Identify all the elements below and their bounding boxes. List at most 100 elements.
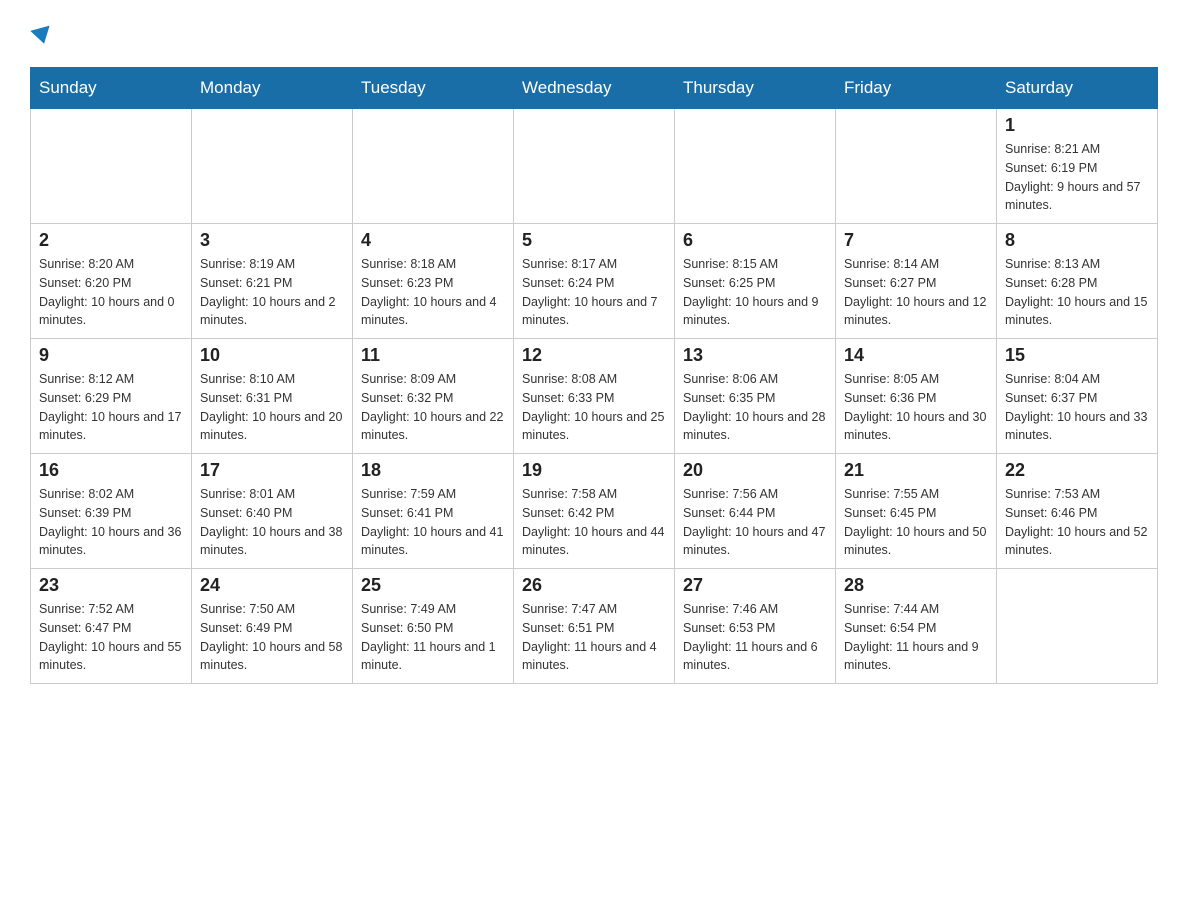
day-number: 11 (361, 345, 505, 366)
day-info: Sunrise: 8:05 AMSunset: 6:36 PMDaylight:… (844, 370, 988, 445)
day-number: 28 (844, 575, 988, 596)
day-info: Sunrise: 7:52 AMSunset: 6:47 PMDaylight:… (39, 600, 183, 675)
logo-triangle-icon (30, 25, 53, 46)
calendar-cell: 14 Sunrise: 8:05 AMSunset: 6:36 PMDayligh… (836, 339, 997, 454)
week-row-4: 16 Sunrise: 8:02 AMSunset: 6:39 PMDayligh… (31, 454, 1158, 569)
calendar-cell: 11 Sunrise: 8:09 AMSunset: 6:32 PMDayligh… (353, 339, 514, 454)
day-info: Sunrise: 8:01 AMSunset: 6:40 PMDaylight:… (200, 485, 344, 560)
day-number: 1 (1005, 115, 1149, 136)
day-info: Sunrise: 7:50 AMSunset: 6:49 PMDaylight:… (200, 600, 344, 675)
day-info: Sunrise: 8:21 AMSunset: 6:19 PMDaylight:… (1005, 140, 1149, 215)
calendar-cell: 23 Sunrise: 7:52 AMSunset: 6:47 PMDayligh… (31, 569, 192, 684)
calendar-cell: 3Sunrise: 8:19 AMSunset: 6:21 PMDaylight… (192, 224, 353, 339)
calendar-cell: 7 Sunrise: 8:14 AMSunset: 6:27 PMDaylight… (836, 224, 997, 339)
day-info: Sunrise: 8:02 AMSunset: 6:39 PMDaylight:… (39, 485, 183, 560)
day-number: 13 (683, 345, 827, 366)
calendar-cell: 25 Sunrise: 7:49 AMSunset: 6:50 PMDayligh… (353, 569, 514, 684)
day-number: 24 (200, 575, 344, 596)
logo (30, 20, 54, 51)
day-number: 12 (522, 345, 666, 366)
calendar-cell: 20 Sunrise: 7:56 AMSunset: 6:44 PMDayligh… (675, 454, 836, 569)
day-number: 2 (39, 230, 183, 251)
day-info: Sunrise: 7:56 AMSunset: 6:44 PMDaylight:… (683, 485, 827, 560)
day-info: Sunrise: 8:09 AMSunset: 6:32 PMDaylight:… (361, 370, 505, 445)
day-info: Sunrise: 7:53 AMSunset: 6:46 PMDaylight:… (1005, 485, 1149, 560)
day-info: Sunrise: 8:15 AMSunset: 6:25 PMDaylight:… (683, 255, 827, 330)
calendar-cell (836, 109, 997, 224)
col-header-tuesday: Tuesday (353, 68, 514, 109)
day-number: 15 (1005, 345, 1149, 366)
day-info: Sunrise: 8:04 AMSunset: 6:37 PMDaylight:… (1005, 370, 1149, 445)
calendar-cell: 28 Sunrise: 7:44 AMSunset: 6:54 PMDayligh… (836, 569, 997, 684)
day-number: 21 (844, 460, 988, 481)
day-number: 7 (844, 230, 988, 251)
calendar-cell: 18Sunrise: 7:59 AMSunset: 6:41 PMDayligh… (353, 454, 514, 569)
day-info: Sunrise: 7:58 AMSunset: 6:42 PMDaylight:… (522, 485, 666, 560)
day-info: Sunrise: 7:46 AMSunset: 6:53 PMDaylight:… (683, 600, 827, 675)
day-number: 23 (39, 575, 183, 596)
calendar-cell: 27 Sunrise: 7:46 AMSunset: 6:53 PMDayligh… (675, 569, 836, 684)
week-row-2: 2 Sunrise: 8:20 AMSunset: 6:20 PMDaylight… (31, 224, 1158, 339)
logo-text (30, 20, 54, 51)
calendar-cell: 5 Sunrise: 8:17 AMSunset: 6:24 PMDaylight… (514, 224, 675, 339)
day-number: 19 (522, 460, 666, 481)
week-row-3: 9 Sunrise: 8:12 AMSunset: 6:29 PMDaylight… (31, 339, 1158, 454)
day-number: 25 (361, 575, 505, 596)
week-row-5: 23 Sunrise: 7:52 AMSunset: 6:47 PMDayligh… (31, 569, 1158, 684)
day-info: Sunrise: 8:06 AMSunset: 6:35 PMDaylight:… (683, 370, 827, 445)
day-number: 18 (361, 460, 505, 481)
day-info: Sunrise: 8:14 AMSunset: 6:27 PMDaylight:… (844, 255, 988, 330)
day-info: Sunrise: 7:55 AMSunset: 6:45 PMDaylight:… (844, 485, 988, 560)
calendar-cell: 9 Sunrise: 8:12 AMSunset: 6:29 PMDaylight… (31, 339, 192, 454)
col-header-wednesday: Wednesday (514, 68, 675, 109)
day-info: Sunrise: 8:17 AMSunset: 6:24 PMDaylight:… (522, 255, 666, 330)
day-number: 10 (200, 345, 344, 366)
col-header-monday: Monday (192, 68, 353, 109)
day-number: 22 (1005, 460, 1149, 481)
day-number: 26 (522, 575, 666, 596)
day-number: 9 (39, 345, 183, 366)
col-header-thursday: Thursday (675, 68, 836, 109)
calendar-cell: 13 Sunrise: 8:06 AMSunset: 6:35 PMDayligh… (675, 339, 836, 454)
calendar-cell: 2 Sunrise: 8:20 AMSunset: 6:20 PMDaylight… (31, 224, 192, 339)
week-row-1: 1 Sunrise: 8:21 AMSunset: 6:19 PMDaylight… (31, 109, 1158, 224)
day-info: Sunrise: 7:49 AMSunset: 6:50 PMDaylight:… (361, 600, 505, 675)
calendar-cell: 1 Sunrise: 8:21 AMSunset: 6:19 PMDaylight… (997, 109, 1158, 224)
day-number: 16 (39, 460, 183, 481)
day-info: Sunrise: 8:10 AMSunset: 6:31 PMDaylight:… (200, 370, 344, 445)
day-info: Sunrise: 8:18 AMSunset: 6:23 PMDaylight:… (361, 255, 505, 330)
day-number: 20 (683, 460, 827, 481)
col-header-saturday: Saturday (997, 68, 1158, 109)
calendar-cell (192, 109, 353, 224)
calendar-cell: 10 Sunrise: 8:10 AMSunset: 6:31 PMDayligh… (192, 339, 353, 454)
calendar-cell: 19 Sunrise: 7:58 AMSunset: 6:42 PMDayligh… (514, 454, 675, 569)
calendar-cell: 4 Sunrise: 8:18 AMSunset: 6:23 PMDaylight… (353, 224, 514, 339)
day-number: 8 (1005, 230, 1149, 251)
calendar-cell (31, 109, 192, 224)
day-info: Sunrise: 7:47 AMSunset: 6:51 PMDaylight:… (522, 600, 666, 675)
day-number: 17 (200, 460, 344, 481)
col-header-sunday: Sunday (31, 68, 192, 109)
calendar-table: SundayMondayTuesdayWednesdayThursdayFrid… (30, 67, 1158, 684)
day-info: Sunrise: 7:44 AMSunset: 6:54 PMDaylight:… (844, 600, 988, 675)
day-number: 27 (683, 575, 827, 596)
calendar-cell (514, 109, 675, 224)
calendar-cell (353, 109, 514, 224)
calendar-cell: 22 Sunrise: 7:53 AMSunset: 6:46 PMDayligh… (997, 454, 1158, 569)
day-info: Sunrise: 8:13 AMSunset: 6:28 PMDaylight:… (1005, 255, 1149, 330)
col-header-friday: Friday (836, 68, 997, 109)
day-info: Sunrise: 8:08 AMSunset: 6:33 PMDaylight:… (522, 370, 666, 445)
calendar-header-row: SundayMondayTuesdayWednesdayThursdayFrid… (31, 68, 1158, 109)
calendar-cell: 24 Sunrise: 7:50 AMSunset: 6:49 PMDayligh… (192, 569, 353, 684)
calendar-cell: 6Sunrise: 8:15 AMSunset: 6:25 PMDaylight… (675, 224, 836, 339)
day-number: 14 (844, 345, 988, 366)
page-header (30, 20, 1158, 51)
calendar-cell: 21 Sunrise: 7:55 AMSunset: 6:45 PMDayligh… (836, 454, 997, 569)
day-info: Sunrise: 8:20 AMSunset: 6:20 PMDaylight:… (39, 255, 183, 330)
day-info: Sunrise: 8:12 AMSunset: 6:29 PMDaylight:… (39, 370, 183, 445)
day-info: Sunrise: 8:19 AMSunset: 6:21 PMDaylight:… (200, 255, 344, 330)
day-number: 4 (361, 230, 505, 251)
day-number: 5 (522, 230, 666, 251)
calendar-cell: 17 Sunrise: 8:01 AMSunset: 6:40 PMDayligh… (192, 454, 353, 569)
calendar-cell: 8 Sunrise: 8:13 AMSunset: 6:28 PMDaylight… (997, 224, 1158, 339)
